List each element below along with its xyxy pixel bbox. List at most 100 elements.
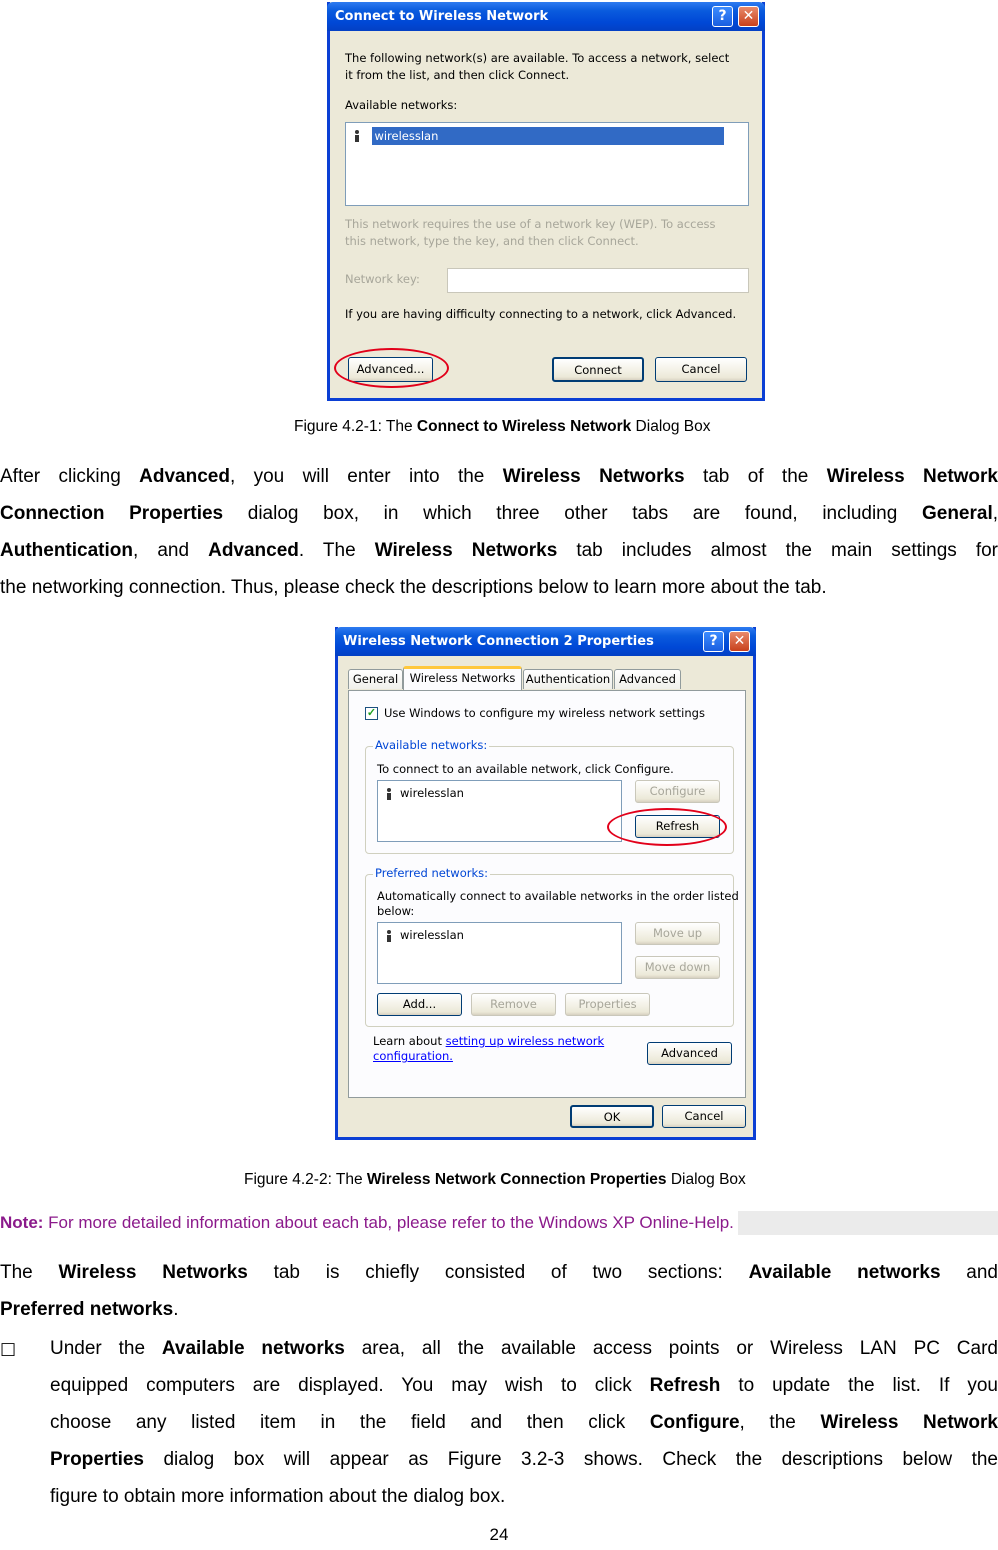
- page-number: 24: [489, 1525, 509, 1544]
- text: The: [0, 1262, 59, 1283]
- intro-line: The following network(s) are available. …: [345, 51, 730, 65]
- network-name: wirelesslan: [372, 127, 725, 145]
- chiefly-paragraph: The Wireless Networks tab is chiefly con…: [0, 1254, 998, 1328]
- network-list[interactable]: wirelesslan: [345, 122, 749, 206]
- text: tab includes almost the main settings fo…: [557, 540, 998, 561]
- bold-text: Connection Properties: [0, 503, 224, 524]
- setup-link[interactable]: configuration.: [373, 1049, 604, 1064]
- move-down-button[interactable]: Move down: [635, 956, 720, 979]
- tab-wireless-networks[interactable]: Wireless Networks: [403, 666, 522, 690]
- highlight-ring: [607, 808, 727, 846]
- setup-link[interactable]: setting up wireless network: [446, 1034, 605, 1048]
- connect-button[interactable]: Connect: [552, 357, 644, 382]
- dialog-title: Wireless Network Connection 2 Properties: [343, 634, 654, 649]
- text: .: [173, 1299, 179, 1320]
- caption-bold: Wireless Network Connection Properties: [366, 1171, 667, 1188]
- list-item[interactable]: wirelesslan: [354, 127, 732, 145]
- bold-text: Wireless Networks: [502, 466, 685, 487]
- cancel-button[interactable]: Cancel: [662, 1105, 746, 1128]
- bold-text: Wireless Network: [826, 466, 998, 487]
- network-key-field[interactable]: [447, 268, 749, 293]
- preferred-network-list[interactable]: wirelesslan: [377, 922, 622, 984]
- figure2-caption: Figure 4.2-2: The Wireless Network Conne…: [244, 1171, 746, 1189]
- note-body: For more detailed information about each…: [43, 1213, 734, 1232]
- caption-prefix: Figure 4.2-2: The: [244, 1171, 367, 1188]
- help-icon[interactable]: ?: [703, 631, 724, 652]
- close-icon[interactable]: ✕: [729, 631, 750, 652]
- text: equipped computers are displayed. You ma…: [50, 1375, 650, 1396]
- network-key-label: Network key:: [345, 272, 420, 286]
- available-networks-label: Available networks:: [345, 98, 458, 112]
- paragraph-line: choose any listed item in the field and …: [50, 1404, 998, 1441]
- remove-button[interactable]: Remove: [471, 993, 556, 1016]
- tab-authentication[interactable]: Authentication: [523, 669, 613, 689]
- bold-text: Authentication: [0, 540, 133, 561]
- bold-text: Advanced: [139, 466, 230, 487]
- dialog-title: Connect to Wireless Network: [335, 9, 549, 24]
- note-label: Note:: [0, 1213, 44, 1232]
- caption-suffix: Dialog Box: [666, 1171, 746, 1188]
- intro-paragraph: After clicking Advanced, you will enter …: [0, 458, 998, 606]
- intro-text: The following network(s) are available. …: [345, 50, 729, 84]
- paragraph-line: The Wireless Networks tab is chiefly con…: [0, 1254, 998, 1291]
- available-networks-text: To connect to an available network, clic…: [377, 762, 674, 776]
- text: area, all the available access points or…: [344, 1338, 998, 1359]
- text: , you will enter into the: [229, 466, 503, 487]
- text: After clicking: [0, 466, 140, 487]
- bold-text: Wireless Networks: [58, 1262, 248, 1283]
- bullet-symbol: □: [0, 1339, 17, 1359]
- text: ,: [992, 503, 998, 524]
- use-windows-checkbox[interactable]: ✓: [365, 707, 378, 720]
- help-icon[interactable]: ?: [712, 6, 733, 27]
- paragraph-line: After clicking Advanced, you will enter …: [0, 458, 998, 495]
- close-icon[interactable]: ✕: [738, 6, 759, 27]
- ok-button[interactable]: OK: [570, 1105, 654, 1128]
- text: , the: [739, 1412, 821, 1433]
- caption-suffix: Dialog Box: [631, 418, 711, 435]
- bold-text: Wireless Networks: [374, 540, 558, 561]
- paragraph-line: the networking connection. Thus, please …: [0, 577, 827, 598]
- paragraph-line: Under the Available networks area, all t…: [50, 1330, 998, 1367]
- add-button[interactable]: Add...: [377, 993, 462, 1016]
- available-network-list[interactable]: wirelesslan: [377, 780, 622, 842]
- tab-strip: General Wireless Networks Authentication…: [348, 666, 748, 691]
- list-item[interactable]: wirelesslan: [386, 786, 464, 800]
- paragraph-line: equipped computers are displayed. You ma…: [50, 1367, 998, 1404]
- text: . The: [298, 540, 375, 561]
- wep-line: This network requires the use of a netwo…: [345, 217, 716, 231]
- configure-button[interactable]: Configure: [635, 780, 720, 803]
- wep-line: this network, type the key, and then cli…: [345, 234, 639, 248]
- paragraph-line: Connection Properties dialog box, in whi…: [0, 495, 998, 532]
- learn-line: Learn about setting up wireless network: [373, 1034, 604, 1049]
- bold-text: Properties: [50, 1449, 144, 1470]
- bold-text: Preferred networks: [0, 1299, 174, 1320]
- wep-text: This network requires the use of a netwo…: [345, 216, 716, 250]
- text: Under the: [50, 1338, 162, 1359]
- tab-panel: ✓ Use Windows to configure my wireless n…: [348, 690, 746, 1098]
- list-item[interactable]: wirelesslan: [386, 928, 464, 942]
- bold-text: Refresh: [649, 1375, 721, 1396]
- preferred-networks-group-label: Preferred networks:: [373, 866, 491, 880]
- tab-advanced[interactable]: Advanced: [614, 669, 681, 689]
- connect-wireless-dialog: Connect to Wireless Network ? ✕ The foll…: [327, 2, 765, 401]
- paragraph-line: Properties dialog box will appear as Fig…: [50, 1441, 998, 1478]
- advanced-button[interactable]: Advanced: [647, 1042, 732, 1065]
- cancel-button[interactable]: Cancel: [655, 357, 747, 382]
- paragraph-line: figure to obtain more information about …: [50, 1486, 506, 1507]
- note-text: Note: For more detailed information abou…: [0, 1211, 738, 1235]
- tab-general[interactable]: General: [348, 669, 403, 689]
- intro-line: it from the list, and then click Connect…: [345, 68, 570, 82]
- text: tab is chiefly consisted of two sections…: [247, 1262, 749, 1283]
- network-icon: [354, 129, 360, 142]
- paragraph-line: Authentication, and Advanced. The Wirele…: [0, 532, 998, 569]
- properties-button[interactable]: Properties: [565, 993, 650, 1016]
- use-windows-label: Use Windows to configure my wireless net…: [384, 706, 705, 720]
- network-icon: [386, 787, 392, 800]
- text: dialog box, in which three other tabs ar…: [223, 503, 922, 524]
- figure1-caption: Figure 4.2-1: The Connect to Wireless Ne…: [294, 418, 711, 436]
- network-name: wirelesslan: [400, 928, 464, 942]
- caption-prefix: Figure 4.2-1: The: [294, 418, 417, 435]
- move-up-button[interactable]: Move up: [635, 922, 720, 945]
- text: dialog box will appear as Figure 3.2-3 s…: [143, 1449, 998, 1470]
- text-line: below:: [377, 904, 415, 918]
